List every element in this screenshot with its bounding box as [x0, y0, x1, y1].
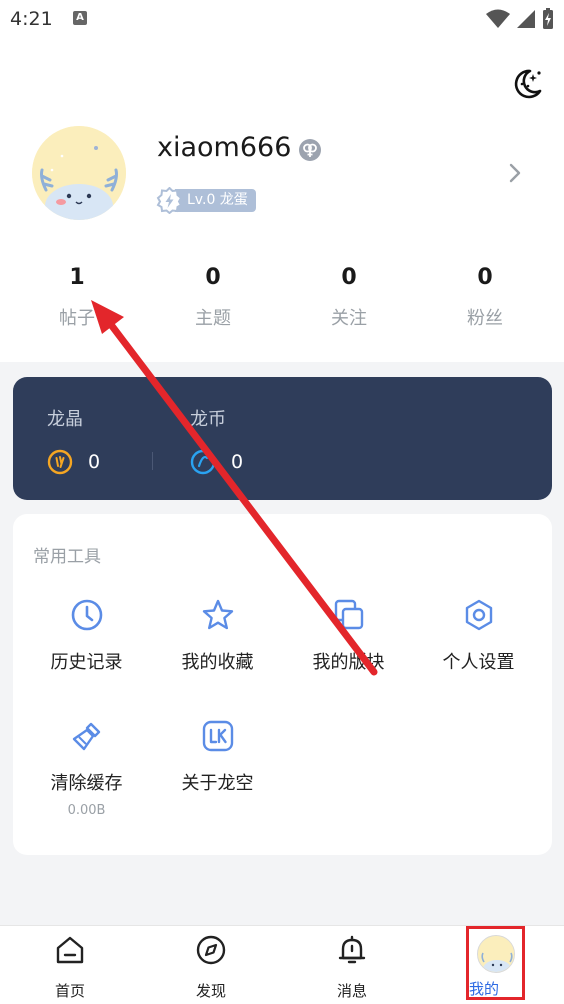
tools-title: 常用工具 [33, 547, 101, 567]
stat-followers[interactable]: 0 粉丝 [417, 262, 553, 330]
stat-topics[interactable]: 0 主题 [145, 262, 281, 330]
coin-icon [190, 449, 216, 475]
stat-value: 0 [205, 265, 221, 290]
home-icon [56, 936, 84, 964]
wallet-divider [152, 452, 153, 470]
tool-label: 历史记录 [50, 652, 123, 673]
status-bar: 4:21 A [0, 0, 564, 40]
tool-label: 我的版块 [312, 652, 385, 673]
signal-icon [517, 10, 535, 28]
tab-me[interactable]: 我的 [466, 926, 525, 1000]
bell-icon [338, 935, 366, 964]
tool-history[interactable]: 历史记录 [21, 598, 152, 674]
tool-label: 个人设置 [442, 652, 515, 673]
chevron-right-icon[interactable] [506, 162, 524, 184]
compass-icon [196, 935, 226, 965]
cache-size: 0.00B [67, 803, 106, 818]
stat-label: 帖子 [59, 308, 95, 329]
battery-icon [543, 8, 553, 29]
stat-label: 粉丝 [467, 308, 503, 329]
level-text: Lv.0 龙蛋 [175, 189, 256, 212]
tab-home[interactable]: 首页 [20, 926, 120, 1001]
layers-icon [334, 599, 363, 630]
tab-label: 消息 [336, 982, 367, 1000]
stat-following[interactable]: 0 关注 [281, 262, 417, 330]
tool-label: 我的收藏 [181, 652, 254, 673]
status-time: 4:21 [10, 8, 53, 30]
tab-discover[interactable]: 发现 [161, 926, 261, 1001]
crystal-label: 龙晶 [47, 409, 83, 430]
tool-label: 关于龙空 [181, 773, 254, 794]
tool-clear-cache[interactable]: 清除缓存 0.00B [21, 719, 152, 818]
gear-icon [465, 599, 492, 631]
bottom-tab-bar: 首页 发现 消息 我的 [0, 925, 564, 1004]
dragon-avatar-icon [32, 126, 126, 220]
stats-row: 1 帖子 0 主题 0 关注 0 粉丝 [0, 262, 564, 330]
level-badge: Lv.0 龙蛋 [156, 187, 256, 214]
star-icon [202, 599, 233, 630]
gender-icon [299, 139, 321, 161]
brush-icon [72, 722, 100, 751]
lightning-badge-icon [156, 187, 183, 214]
stat-label: 关注 [331, 308, 367, 329]
profile-section[interactable]: xiaom666 Lv.0 龙蛋 1 帖子 0 主题 0 关注 0 粉丝 [0, 40, 564, 362]
username: xiaom666 [157, 132, 292, 163]
wallet-crystal[interactable]: 龙晶 0 [47, 405, 100, 475]
coin-value: 0 [231, 451, 244, 473]
tool-label: 清除缓存 [50, 773, 123, 794]
stat-posts[interactable]: 1 帖子 [9, 262, 145, 330]
tab-avatar [476, 935, 515, 973]
stat-label: 主题 [195, 308, 231, 329]
notification-a-icon: A [73, 11, 87, 25]
tool-favorites[interactable]: 我的收藏 [152, 598, 283, 674]
dragon-avatar-icon [477, 936, 514, 972]
tool-about[interactable]: 关于龙空 [152, 719, 283, 795]
stat-value: 0 [477, 265, 493, 290]
coin-label: 龙币 [190, 409, 226, 430]
tab-label: 发现 [195, 982, 226, 1000]
stat-value: 1 [69, 265, 85, 290]
lk-logo-icon [202, 720, 233, 752]
status-icons [486, 8, 554, 30]
tab-label: 我的 [469, 980, 500, 998]
wallet-coin[interactable]: 龙币 0 [190, 405, 243, 475]
crystal-icon [47, 449, 73, 475]
tool-boards[interactable]: 我的版块 [283, 598, 414, 674]
wifi-icon [486, 9, 510, 28]
avatar[interactable] [32, 126, 126, 220]
night-mode-icon[interactable] [508, 64, 546, 102]
tool-settings[interactable]: 个人设置 [413, 598, 544, 674]
wallet-card[interactable]: 龙晶 0 龙币 0 [13, 377, 552, 500]
clock-icon [71, 599, 102, 631]
crystal-value: 0 [88, 451, 101, 473]
tab-messages[interactable]: 消息 [302, 926, 402, 1001]
tab-label: 首页 [54, 982, 85, 1000]
tools-card: 常用工具 历史记录 我的收藏 我的版块 个人设置 清除缓存 0.00B 关于龙空 [13, 514, 552, 855]
stat-value: 0 [341, 265, 357, 290]
